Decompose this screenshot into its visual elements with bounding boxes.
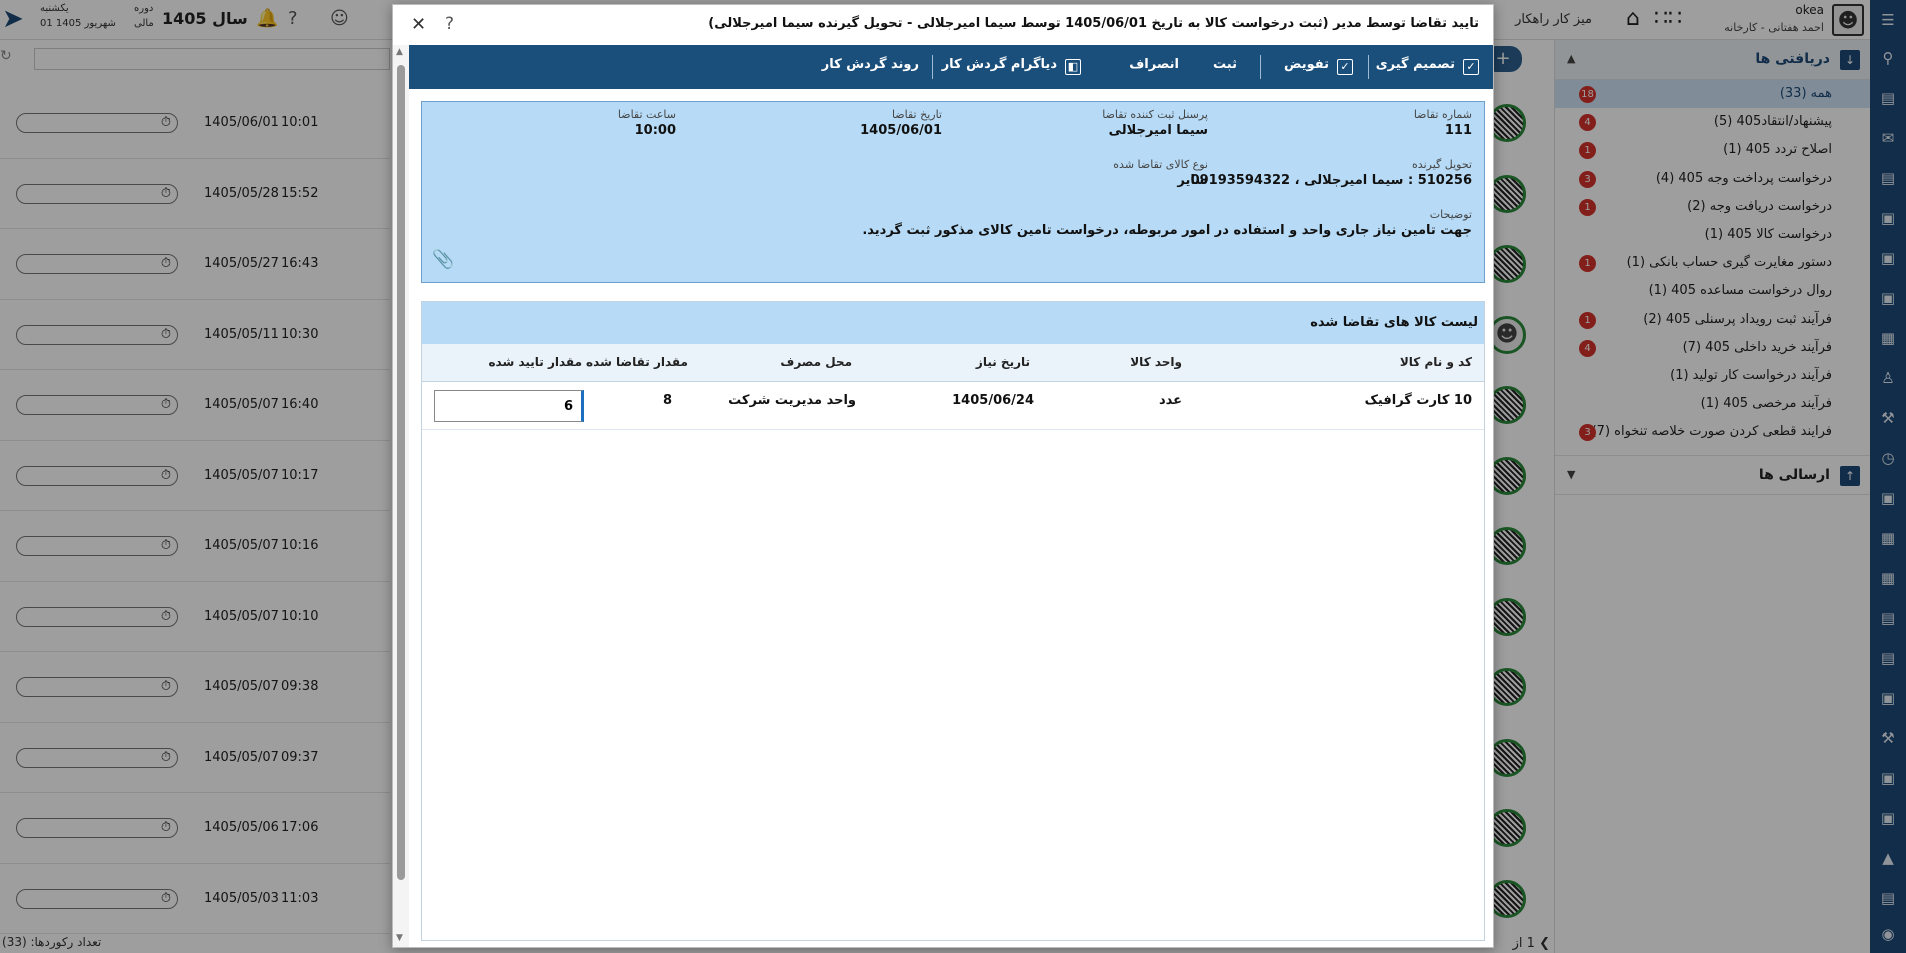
- goods-type-value: سایر: [1177, 173, 1208, 188]
- goods-name-cell: 10 کارت گرافیک: [1364, 393, 1472, 408]
- dialog-title: تایید تقاضا توسط مدیر (ثبت درخواست کالا …: [708, 16, 1479, 31]
- unit-cell: عدد: [1158, 393, 1182, 408]
- save-button[interactable]: ثبت: [1213, 57, 1237, 72]
- toolbar-divider: [1260, 55, 1261, 79]
- approved-qty-input[interactable]: [434, 390, 584, 422]
- scroll-thumb[interactable]: [397, 65, 405, 880]
- request-no-value: 111: [1444, 123, 1472, 138]
- description-label: توضیحات: [1429, 208, 1472, 221]
- toolbar-divider: [1368, 55, 1369, 79]
- col-place[interactable]: محل مصرف: [780, 355, 852, 369]
- receiver-label: تحویل گیرنده: [1412, 158, 1472, 171]
- col-requested-qty[interactable]: مقدار تقاضا شده: [586, 355, 688, 369]
- request-date-label: تاریخ تقاضا: [891, 108, 942, 121]
- description-value: جهت تامین نیاز جاری واحد و استفاده در ام…: [862, 223, 1472, 238]
- goods-type-label: نوع کالای تقاضا شده: [1113, 158, 1208, 171]
- col-need-date[interactable]: تاریخ نیاز: [976, 355, 1030, 369]
- decide-button[interactable]: ✓ تصمیم گیری: [1376, 57, 1479, 75]
- col-goods-name[interactable]: کد و نام کالا: [1400, 355, 1472, 369]
- requested-qty-cell: 8: [662, 393, 672, 408]
- dialog-title-bar: تایید تقاضا توسط مدیر (ثبت درخواست کالا …: [393, 5, 1493, 45]
- diagram-icon: ◧: [1065, 59, 1081, 75]
- workflow-diagram-button[interactable]: ◧ دیاگرام گردش کار: [942, 57, 1081, 75]
- need-date-cell: 1405/06/24: [952, 393, 1034, 408]
- request-no-label: شماره تقاضا: [1413, 108, 1472, 121]
- checkbox-icon: ✓: [1337, 59, 1353, 75]
- place-cell: واحد مدیریت شرکت: [728, 393, 856, 408]
- registrar-value: سیما امیرجلالی: [1108, 123, 1208, 138]
- requested-goods-table: لیست کالا های تقاضا شده کد و نام کالا وا…: [421, 301, 1485, 941]
- col-unit[interactable]: واحد کالا: [1130, 355, 1182, 369]
- decide-label: تصمیم گیری: [1375, 57, 1455, 72]
- approval-dialog: تایید تقاضا توسط مدیر (ثبت درخواست کالا …: [392, 4, 1494, 948]
- request-date-value: 1405/06/01: [860, 123, 942, 138]
- paperclip-icon[interactable]: 📎: [432, 249, 454, 270]
- goods-table-title: لیست کالا های تقاضا شده: [1310, 315, 1478, 330]
- help-icon[interactable]: ?: [445, 14, 454, 34]
- delegate-button[interactable]: ✓ تفویض: [1284, 57, 1353, 75]
- checkbox-icon: ✓: [1463, 59, 1479, 75]
- cancel-button[interactable]: انصراف: [1129, 57, 1179, 72]
- delegate-label: تفویض: [1283, 57, 1329, 72]
- scroll-up-icon[interactable]: ▲: [396, 47, 403, 57]
- col-approved-qty[interactable]: مقدار تایید شده: [488, 355, 582, 369]
- table-row[interactable]: 10 کارت گرافیک عدد 1405/06/24 واحد مدیری…: [422, 382, 1484, 430]
- receiver-value: 510256 : سیما امیرجلالی ، 09193594322: [1190, 173, 1472, 188]
- goods-column-headers: کد و نام کالا واحد کالا تاریخ نیاز محل م…: [422, 344, 1484, 382]
- close-icon[interactable]: ✕: [411, 14, 426, 35]
- diagram-label: دیاگرام گردش کار: [941, 57, 1057, 72]
- scroll-down-icon[interactable]: ▼: [396, 933, 403, 943]
- workflow-history-button[interactable]: روند گردش کار: [822, 57, 919, 72]
- toolbar-divider: [932, 55, 933, 79]
- request-time-value: 10:00: [634, 123, 676, 138]
- registrar-label: پرسنل ثبت کننده تقاضا: [1102, 108, 1208, 121]
- goods-table-header: لیست کالا های تقاضا شده: [422, 302, 1484, 344]
- request-info-panel: شماره تقاضا 111 پرسنل ثبت کننده تقاضا سی…: [421, 101, 1485, 283]
- request-time-label: ساعت تقاضا: [617, 108, 676, 121]
- dialog-scrollbar[interactable]: ▲ ▼: [393, 45, 409, 947]
- dialog-toolbar: ✓ تصمیم گیری ✓ تفویض ثبت انصراف ◧ دیاگرام گ…: [409, 45, 1493, 89]
